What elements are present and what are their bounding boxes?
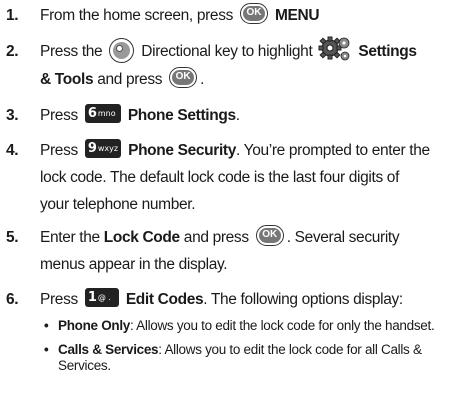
step-text: From the home screen, press OK MENU xyxy=(40,2,469,29)
settings-label-cont: & Tools xyxy=(40,71,94,88)
directional-key-icon xyxy=(109,37,135,63)
step-text: Press the Directional key to highlight S… xyxy=(40,35,469,93)
settings-gear-icon xyxy=(318,35,352,63)
instruction-page: 1. From the home screen, press OK MENU 2… xyxy=(0,0,473,414)
list-item: Calls & Services: Allows you to edit the… xyxy=(44,342,473,374)
keypad-1-key-icon: 1@ . xyxy=(84,288,119,308)
step-number: 3. xyxy=(6,107,19,124)
list-item: Phone Only: Allows you to edit the lock … xyxy=(44,318,473,334)
step-number: 4. xyxy=(6,142,19,159)
ok-key-icon: OK xyxy=(239,3,268,25)
phone-security-label: Phone Security xyxy=(128,142,237,159)
bullet-list: Phone Only: Allows you to edit the lock … xyxy=(44,318,473,382)
step-number: 5. xyxy=(6,229,19,246)
keypad-9-key-icon: 9wxyz xyxy=(84,139,122,159)
step-text: Press 1@ . Edit Codes. The following opt… xyxy=(40,288,403,308)
step-number: 1. xyxy=(6,7,19,24)
ok-key-icon: OK xyxy=(169,67,198,89)
step-text: Enter the Lock Code and press OK. Severa… xyxy=(40,224,469,278)
step-text: Press 9wxyz Phone Security. You’re promp… xyxy=(40,139,430,213)
keypad-6-key-icon: 6mno xyxy=(84,104,121,124)
step-number: 2. xyxy=(6,43,19,60)
ok-key-icon: OK xyxy=(255,225,284,247)
menu-label: MENU xyxy=(274,7,320,24)
settings-label: Settings xyxy=(358,43,417,61)
edit-codes-label: Edit Codes xyxy=(125,291,204,308)
step-text: Press 6mno Phone Settings. xyxy=(40,104,240,124)
lock-code-label: Lock Code xyxy=(103,229,180,246)
phone-settings-label: Phone Settings xyxy=(127,107,236,124)
step-number: 6. xyxy=(6,291,19,308)
